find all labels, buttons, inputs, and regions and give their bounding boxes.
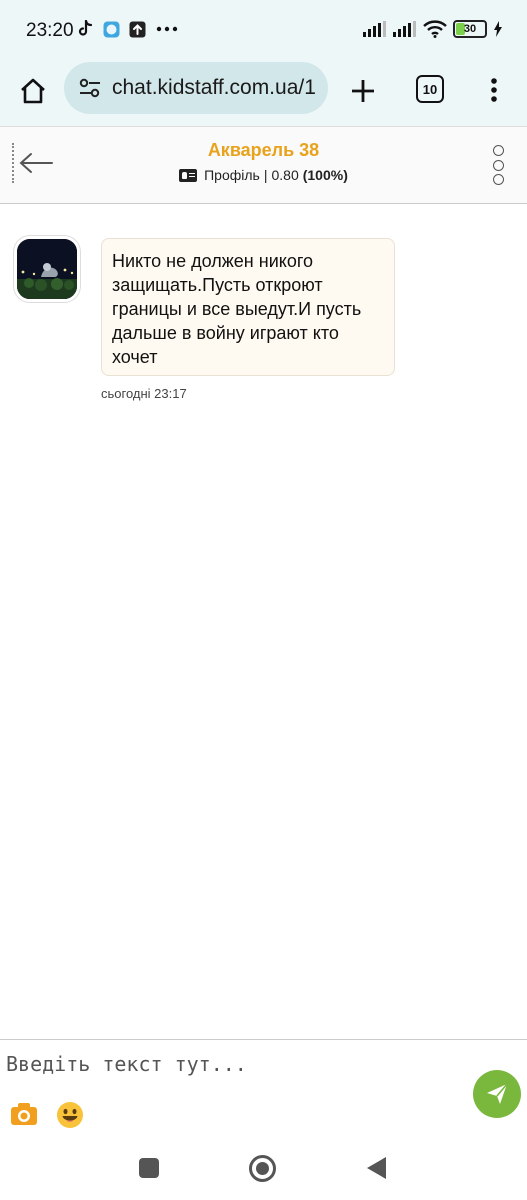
profile-card-icon	[179, 168, 198, 182]
home-icon	[21, 78, 45, 104]
rating-percent: (100%)	[302, 167, 348, 183]
battery-level: 30	[463, 23, 477, 35]
menu-dot-icon	[492, 159, 504, 171]
wifi-icon	[423, 20, 447, 38]
browser-toolbar: chat.kidstaff.com.ua/1 10	[0, 62, 527, 126]
smile-icon	[57, 1102, 83, 1128]
menu-dot-icon	[492, 145, 504, 156]
message-timestamp: сьогодні 23:17	[101, 386, 187, 401]
send-icon	[487, 1083, 508, 1104]
home-nav-button[interactable]	[249, 1155, 276, 1182]
screen: 23:20 30 chat.kidstaff.com.ua/1 10 Аквар…	[0, 0, 527, 1200]
browser-menu-button[interactable]	[480, 72, 508, 108]
home-button[interactable]	[16, 74, 50, 108]
upload-icon	[128, 20, 146, 38]
message-input[interactable]	[6, 1046, 456, 1082]
url-text: chat.kidstaff.com.ua/1	[112, 76, 316, 99]
camera-button[interactable]	[10, 1102, 38, 1126]
battery-icon: 30	[453, 20, 487, 38]
message-composer	[0, 1039, 527, 1135]
profile-link[interactable]: Профіль	[204, 167, 260, 183]
status-system-icons: 30	[363, 20, 503, 38]
status-notification-icons	[76, 20, 180, 38]
site-settings-icon[interactable]	[76, 74, 104, 102]
back-nav-button[interactable]	[367, 1157, 386, 1179]
address-bar[interactable]: chat.kidstaff.com.ua/1	[64, 62, 328, 114]
app-icon	[102, 20, 120, 38]
status-time: 23:20	[26, 20, 74, 41]
chat-menu-button[interactable]	[491, 145, 505, 185]
tab-switcher-button[interactable]: 10	[416, 75, 444, 103]
message-bubble: Никто не должен никого защищать.Пусть от…	[101, 238, 395, 376]
signal-icon	[363, 20, 387, 38]
send-button[interactable]	[473, 1070, 521, 1118]
signal-icon	[393, 20, 417, 38]
more-dots-icon	[154, 20, 180, 38]
subtitle-separator: |	[263, 167, 268, 183]
charging-icon	[493, 20, 503, 38]
chat-subtitle: Профіль | 0.80 (100%)	[0, 167, 527, 183]
system-nav-bar	[0, 1135, 527, 1200]
chat-title[interactable]: Акварель 38	[0, 140, 527, 161]
avatar[interactable]	[14, 236, 80, 302]
emoji-button[interactable]	[56, 1101, 84, 1129]
status-bar: 23:20 30	[0, 0, 527, 62]
chat-header: Акварель 38 Профіль | 0.80 (100%)	[0, 126, 527, 204]
rating-value: 0.80	[271, 167, 299, 183]
home-dot-icon	[256, 1162, 269, 1175]
tiktok-icon	[76, 20, 94, 38]
more-vertical-icon	[491, 78, 497, 102]
new-tab-button[interactable]	[346, 74, 380, 108]
menu-dot-icon	[492, 174, 504, 185]
camera-icon	[11, 1103, 37, 1125]
recent-apps-button[interactable]	[139, 1158, 159, 1178]
plus-icon	[352, 80, 374, 102]
